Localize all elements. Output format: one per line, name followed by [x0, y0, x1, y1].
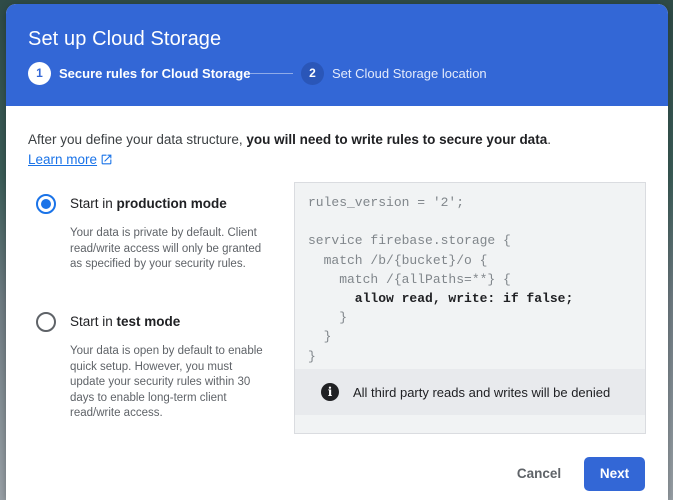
code-line: } — [308, 348, 316, 364]
code-line: } — [308, 310, 348, 326]
code-line: match /{allPaths=**} { — [308, 271, 511, 287]
info-icon: i — [321, 383, 339, 401]
step-2-label: Set Cloud Storage location — [332, 66, 487, 81]
test-mode-label: Start in test mode — [70, 314, 181, 329]
next-button[interactable]: Next — [584, 457, 645, 491]
intro-text: After you define your data structure, yo… — [28, 132, 551, 147]
test-mode-radio[interactable] — [36, 312, 56, 332]
intro-plain: After you define your data structure, — [28, 132, 247, 147]
step-1-indicator: 1 — [28, 62, 51, 85]
cancel-button[interactable]: Cancel — [498, 457, 580, 491]
dialog-title: Set up Cloud Storage — [28, 28, 222, 50]
rules-notice: i All third party reads and writes will … — [295, 369, 645, 415]
learn-more-link[interactable]: Learn more — [28, 152, 113, 167]
production-mode-radio[interactable] — [36, 194, 56, 214]
test-mode-description: Your data is open by default to enable q… — [70, 345, 263, 419]
production-mode-label: Start in production mode — [70, 196, 227, 211]
step-1-label: Secure rules for Cloud Storage — [59, 66, 251, 81]
rules-code: rules_version = '2'; service firebase.st… — [308, 193, 573, 366]
setup-dialog: Set up Cloud Storage 1 Secure rules for … — [6, 4, 668, 500]
code-line-highlighted: allow read, write: if false; — [308, 291, 574, 307]
step-2-indicator: 2 — [301, 62, 324, 85]
code-line: } — [308, 329, 332, 345]
stepper-connector — [250, 73, 293, 74]
code-line: service firebase.storage { — [308, 233, 511, 249]
notice-text: All third party reads and writes will be… — [353, 384, 611, 400]
intro-end: . — [547, 132, 551, 147]
external-link-icon — [101, 154, 112, 165]
intro-bold: you will need to write rules to secure y… — [246, 132, 548, 147]
rules-preview-panel: rules_version = '2'; service firebase.st… — [294, 182, 646, 434]
production-mode-description: Your data is private by default. Client … — [70, 227, 262, 270]
code-line: rules_version = '2'; — [308, 195, 465, 210]
dialog-header: Set up Cloud Storage 1 Secure rules for … — [6, 4, 668, 106]
code-line: match /b/{bucket}/o { — [308, 252, 488, 268]
learn-more-label: Learn more — [28, 152, 98, 167]
